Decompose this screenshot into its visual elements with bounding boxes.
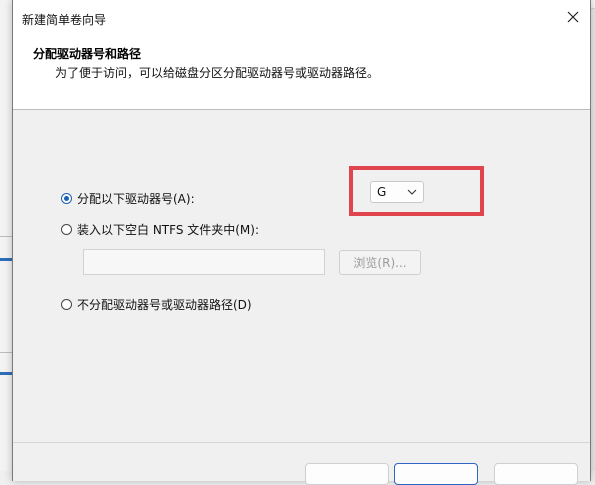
background-separator [0, 236, 12, 237]
radio-mount-ntfs-folder[interactable]: 装入以下空白 NTFS 文件夹中(M): [61, 221, 259, 238]
wizard-footer [13, 442, 590, 485]
close-button[interactable] [562, 6, 584, 28]
dialog-titlebar: 新建简单卷向导 [13, 0, 590, 35]
next-button[interactable] [394, 463, 478, 485]
drive-letter-value: G [377, 185, 387, 199]
background-disk-bar [0, 372, 12, 375]
background-disk-bar [0, 258, 12, 261]
background-separator [0, 352, 12, 353]
drive-letter-select[interactable]: G [370, 181, 424, 203]
browse-button[interactable]: 浏览(R)... [339, 250, 421, 275]
dialog-title: 新建简单卷向导 [22, 13, 107, 27]
wizard-step-title: 分配驱动器号和路径 [33, 47, 142, 61]
radio-unselected-indicator [61, 299, 72, 310]
assign-drive-letter-label: 分配以下驱动器号(A): [77, 192, 195, 206]
no-drive-letter-label: 不分配驱动器号或驱动器路径(D) [77, 298, 252, 312]
close-icon [567, 11, 579, 23]
wizard-header: 分配驱动器号和路径 为了便于访问，可以给磁盘分区分配驱动器号或驱动器路径。 [13, 34, 590, 110]
radio-assign-drive-letter[interactable]: 分配以下驱动器号(A): [61, 190, 195, 207]
wizard-step-description: 为了便于访问，可以给磁盘分区分配驱动器号或驱动器路径。 [55, 66, 380, 80]
mount-folder-label: 装入以下空白 NTFS 文件夹中(M): [77, 223, 260, 237]
radio-no-drive-letter[interactable]: 不分配驱动器号或驱动器路径(D) [61, 296, 252, 313]
new-simple-volume-wizard-dialog: 新建简单卷向导 分配驱动器号和路径 为了便于访问，可以给磁盘分区分配驱动器号或驱… [12, 0, 591, 485]
radio-selected-indicator [61, 193, 72, 204]
back-button[interactable] [305, 463, 389, 485]
cancel-button[interactable] [494, 463, 578, 485]
folder-path-input[interactable] [83, 249, 325, 275]
chevron-down-icon [407, 189, 417, 195]
radio-unselected-indicator [61, 224, 72, 235]
